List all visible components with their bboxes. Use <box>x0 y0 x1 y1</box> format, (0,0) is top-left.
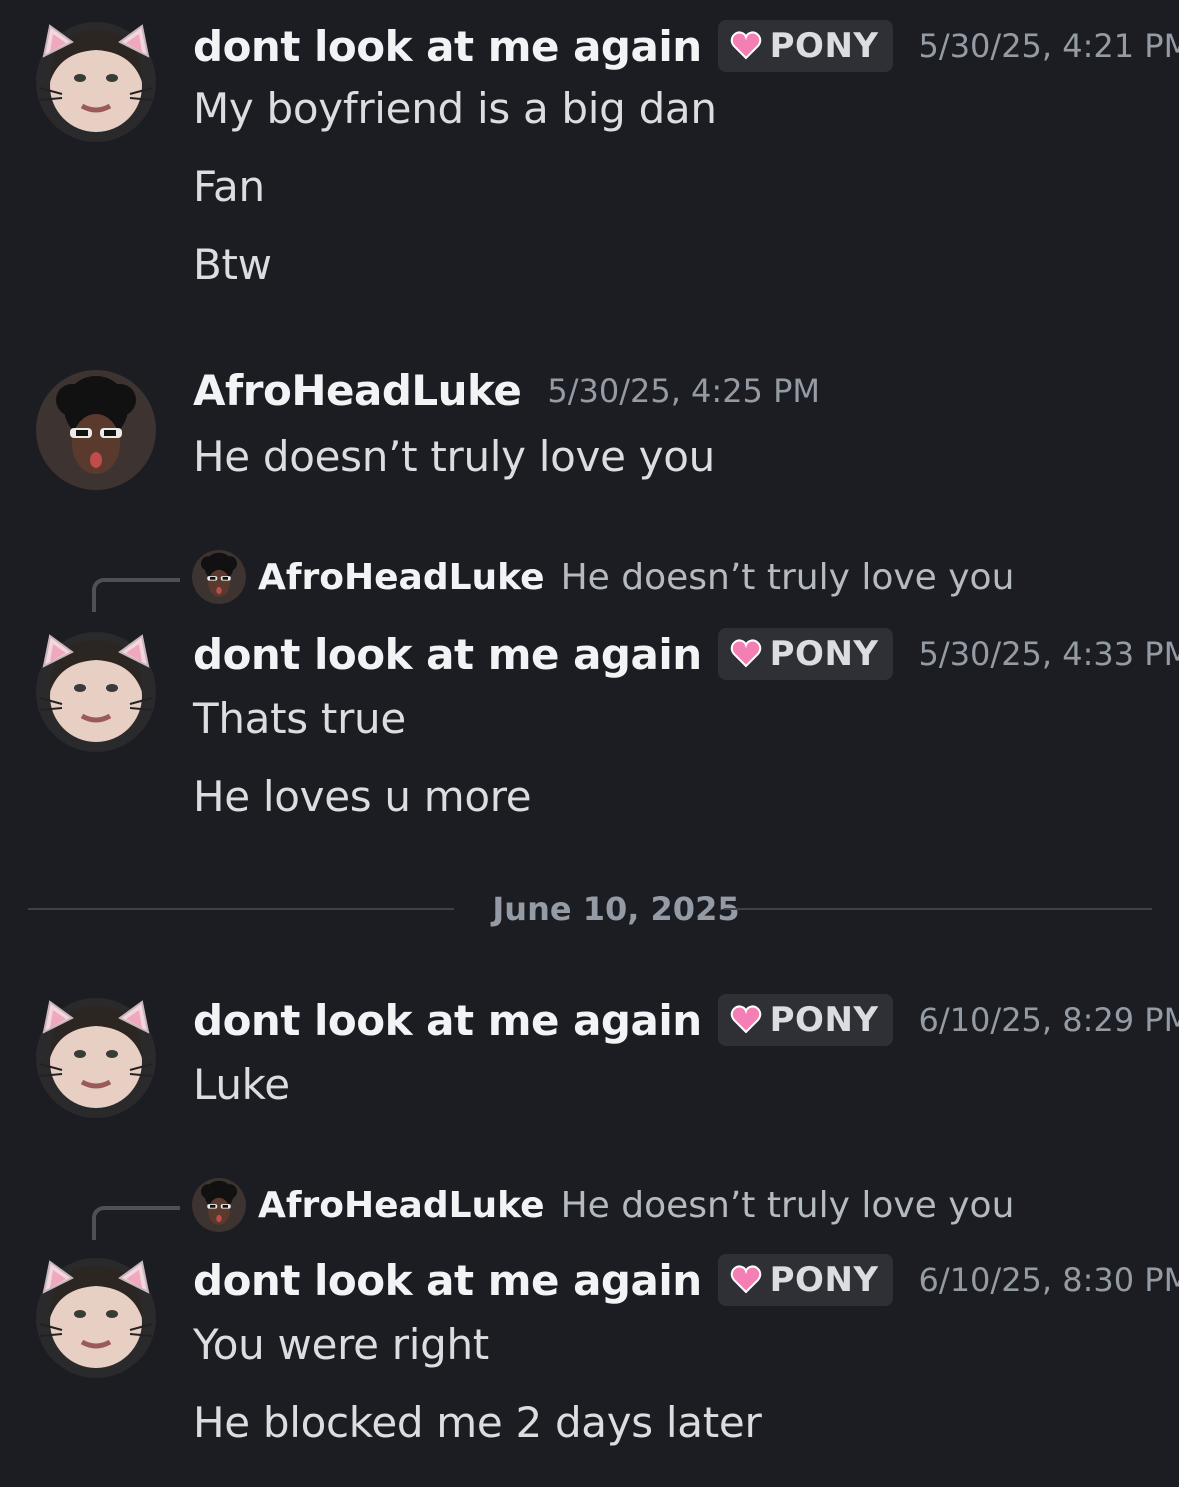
date-divider: June 10, 2025 <box>28 890 1152 930</box>
username[interactable]: dont look at me again <box>193 630 702 679</box>
avatar[interactable] <box>36 998 156 1118</box>
avatar[interactable] <box>36 370 156 490</box>
username[interactable]: dont look at me again <box>193 996 702 1045</box>
timestamp: 6/10/25, 8:29 PM <box>918 1001 1179 1039</box>
message-text: My boyfriend is a big dan <box>193 84 717 133</box>
tag-label: PONY <box>769 26 879 66</box>
pink-heart-icon <box>730 639 761 667</box>
avatar[interactable] <box>36 1258 156 1378</box>
avatar[interactable] <box>36 632 156 752</box>
message-text: Fan <box>193 162 265 211</box>
username[interactable]: dont look at me again <box>193 1256 702 1305</box>
timestamp: 5/30/25, 4:33 PM <box>918 635 1179 673</box>
reply-preview[interactable]: AfroHeadLuke He doesn’t truly love you <box>92 1178 1092 1240</box>
reply-text: He doesn’t truly love you <box>560 1184 1015 1226</box>
message-header: dont look at me again PONY 6/10/25, 8:29… <box>193 994 1179 1046</box>
reply-preview[interactable]: AfroHeadLuke He doesn’t truly love you <box>92 550 1092 612</box>
divider-line <box>724 908 1152 910</box>
timestamp: 5/30/25, 4:21 PM <box>918 27 1179 65</box>
message-text: You were right <box>193 1320 489 1369</box>
message-text: Luke <box>193 1060 290 1109</box>
server-tag[interactable]: PONY <box>717 994 893 1046</box>
message-header: dont look at me again PONY 5/30/25, 4:21… <box>193 20 1179 72</box>
reply-avatar <box>192 1178 246 1232</box>
username[interactable]: dont look at me again <box>193 22 702 71</box>
message-text: Btw <box>193 240 272 289</box>
message-text: He blocked me 2 days later <box>193 1398 762 1447</box>
reply-username[interactable]: AfroHeadLuke <box>258 557 545 598</box>
reply-connector <box>92 578 180 612</box>
avatar[interactable] <box>36 22 156 142</box>
username[interactable]: AfroHeadLuke <box>193 366 522 415</box>
message-text: He loves u more <box>193 772 532 821</box>
tag-label: PONY <box>769 634 879 674</box>
server-tag[interactable]: PONY <box>717 1254 893 1306</box>
message-text: He doesn’t truly love you <box>193 432 715 481</box>
pink-heart-icon <box>730 1265 761 1293</box>
server-tag[interactable]: PONY <box>717 20 893 72</box>
pink-heart-icon <box>730 31 761 59</box>
pink-heart-icon <box>730 1005 761 1033</box>
reply-avatar <box>192 550 246 604</box>
date-divider-label: June 10, 2025 <box>492 890 740 928</box>
tag-label: PONY <box>769 1260 879 1300</box>
tag-label: PONY <box>769 1000 879 1040</box>
divider-line <box>28 908 454 910</box>
timestamp: 6/10/25, 8:30 PM <box>918 1261 1179 1299</box>
message-header: dont look at me again PONY 6/10/25, 8:30… <box>193 1254 1179 1306</box>
message-text: Thats true <box>193 694 406 743</box>
reply-username[interactable]: AfroHeadLuke <box>258 1185 545 1226</box>
timestamp: 5/30/25, 4:25 PM <box>547 371 820 410</box>
server-tag[interactable]: PONY <box>717 628 893 680</box>
reply-connector <box>92 1206 180 1240</box>
reply-text: He doesn’t truly love you <box>560 556 1015 598</box>
message-header: AfroHeadLuke 5/30/25, 4:25 PM <box>193 366 820 415</box>
message-header: dont look at me again PONY 5/30/25, 4:33… <box>193 628 1179 680</box>
